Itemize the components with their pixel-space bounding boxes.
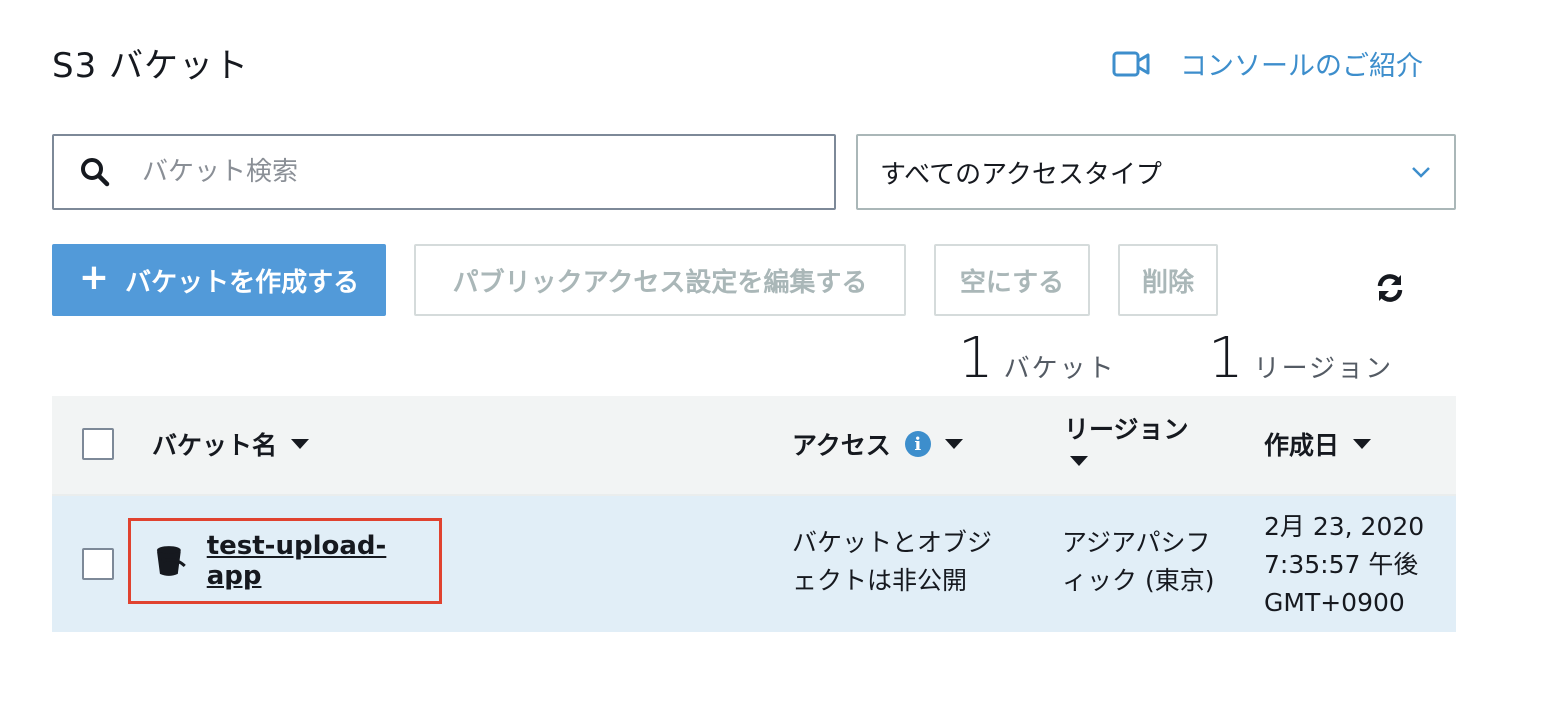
sort-caret-icon bbox=[1353, 439, 1372, 449]
access-type-selected: すべてのアクセスタイプ bbox=[880, 159, 1162, 190]
page-title: S3 バケット bbox=[52, 46, 250, 86]
region-cell: アジアパシフ ィック (東京) bbox=[1062, 524, 1214, 600]
plus-icon: + bbox=[78, 257, 110, 298]
chevron-down-icon bbox=[1412, 167, 1430, 178]
console-intro-label: コンソールのご紹介 bbox=[1180, 51, 1423, 82]
empty-bucket-label: 空にする bbox=[959, 267, 1065, 298]
region-count-number: 1 bbox=[1208, 326, 1244, 391]
edit-public-access-button[interactable]: パブリックアクセス設定を編集する bbox=[414, 244, 906, 316]
column-region-label: リージョン bbox=[1064, 415, 1189, 444]
bucket-count-number: 1 bbox=[958, 326, 994, 391]
region-count-label: リージョン bbox=[1253, 354, 1394, 384]
access-text-line: ェクトは非公開 bbox=[792, 566, 968, 595]
bucket-count: 1 バケット bbox=[958, 326, 1116, 391]
access-text-line: バケットとオブジ bbox=[792, 528, 993, 557]
create-bucket-button[interactable]: + バケットを作成する bbox=[52, 244, 386, 316]
table-header: バケット名 アクセス i リージョン 作成日 bbox=[52, 396, 1456, 496]
sort-caret-icon bbox=[1070, 456, 1088, 466]
sort-caret-icon bbox=[291, 439, 310, 449]
edit-public-access-label: パブリックアクセス設定を編集する bbox=[452, 267, 868, 298]
bucket-search[interactable] bbox=[52, 134, 836, 210]
search-input[interactable] bbox=[142, 157, 782, 187]
create-bucket-label: バケットを作成する bbox=[125, 267, 360, 298]
bucket-name-link[interactable]: test-upload-app bbox=[207, 531, 439, 591]
created-text-line: 2月 23, 2020 bbox=[1264, 512, 1425, 541]
delete-bucket-button[interactable]: 削除 bbox=[1118, 244, 1218, 316]
column-header-access[interactable]: アクセス i bbox=[792, 426, 963, 462]
region-count: 1 リージョン bbox=[1208, 326, 1393, 391]
created-cell: 2月 23, 2020 7:35:57 午後 GMT+0900 bbox=[1264, 508, 1424, 622]
console-intro-link[interactable]: コンソールのご紹介 bbox=[1112, 44, 1423, 83]
column-header-name[interactable]: バケット名 bbox=[152, 426, 310, 462]
table-row[interactable]: test-upload-app バケットとオブジ ェクトは非公開 アジアパシフ … bbox=[52, 496, 1456, 632]
row-checkbox[interactable] bbox=[82, 548, 114, 580]
search-icon bbox=[81, 158, 110, 187]
sort-caret-icon bbox=[944, 439, 963, 449]
bucket-table: バケット名 アクセス i リージョン 作成日 test-upload-app バ… bbox=[52, 396, 1456, 632]
bucket-count-label: バケット bbox=[1003, 354, 1116, 384]
access-type-filter[interactable]: すべてのアクセスタイプ bbox=[856, 134, 1456, 210]
column-name-label: バケット名 bbox=[152, 431, 278, 460]
column-created-label: 作成日 bbox=[1264, 431, 1340, 460]
column-header-region[interactable]: リージョン bbox=[1064, 410, 1189, 466]
bucket-name-cell: test-upload-app bbox=[128, 518, 442, 604]
select-all-checkbox[interactable] bbox=[82, 428, 114, 460]
region-text-line: ィック (東京) bbox=[1062, 566, 1215, 595]
created-text-line: GMT+0900 bbox=[1264, 588, 1405, 617]
info-icon[interactable]: i bbox=[904, 431, 931, 457]
access-cell: バケットとオブジ ェクトは非公開 bbox=[792, 524, 992, 600]
column-access-label: アクセス bbox=[792, 431, 891, 460]
video-camera-icon bbox=[1112, 51, 1150, 76]
region-text-line: アジアパシフ bbox=[1062, 528, 1211, 557]
bucket-icon bbox=[156, 546, 186, 576]
delete-bucket-label: 削除 bbox=[1141, 267, 1194, 298]
empty-bucket-button[interactable]: 空にする bbox=[934, 244, 1090, 316]
column-header-created[interactable]: 作成日 bbox=[1264, 426, 1372, 462]
refresh-icon[interactable] bbox=[1374, 272, 1406, 304]
created-text-line: 7:35:57 午後 bbox=[1264, 550, 1419, 579]
